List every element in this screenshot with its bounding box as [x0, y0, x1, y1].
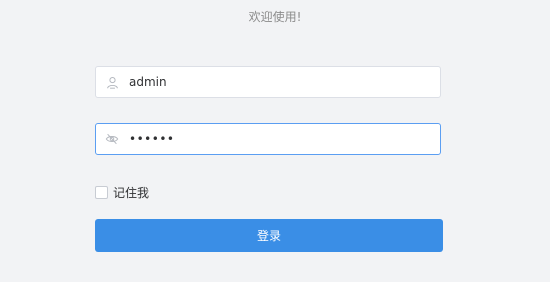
user-icon [105, 75, 119, 89]
username-value: admin [129, 75, 167, 89]
welcome-title: 欢迎使用! [248, 10, 302, 24]
eye-off-icon[interactable] [105, 132, 119, 146]
password-field[interactable]: •••••• [95, 123, 441, 155]
username-field[interactable]: admin [95, 66, 441, 98]
remember-me[interactable]: 记住我 [95, 184, 149, 201]
remember-me-checkbox[interactable] [95, 186, 108, 199]
login-page: 欢迎使用! admin •••••• 记住我 登录 [0, 0, 550, 282]
remember-me-label[interactable]: 记住我 [113, 184, 149, 201]
password-value: •••••• [129, 132, 175, 146]
login-button[interactable]: 登录 [95, 219, 443, 252]
